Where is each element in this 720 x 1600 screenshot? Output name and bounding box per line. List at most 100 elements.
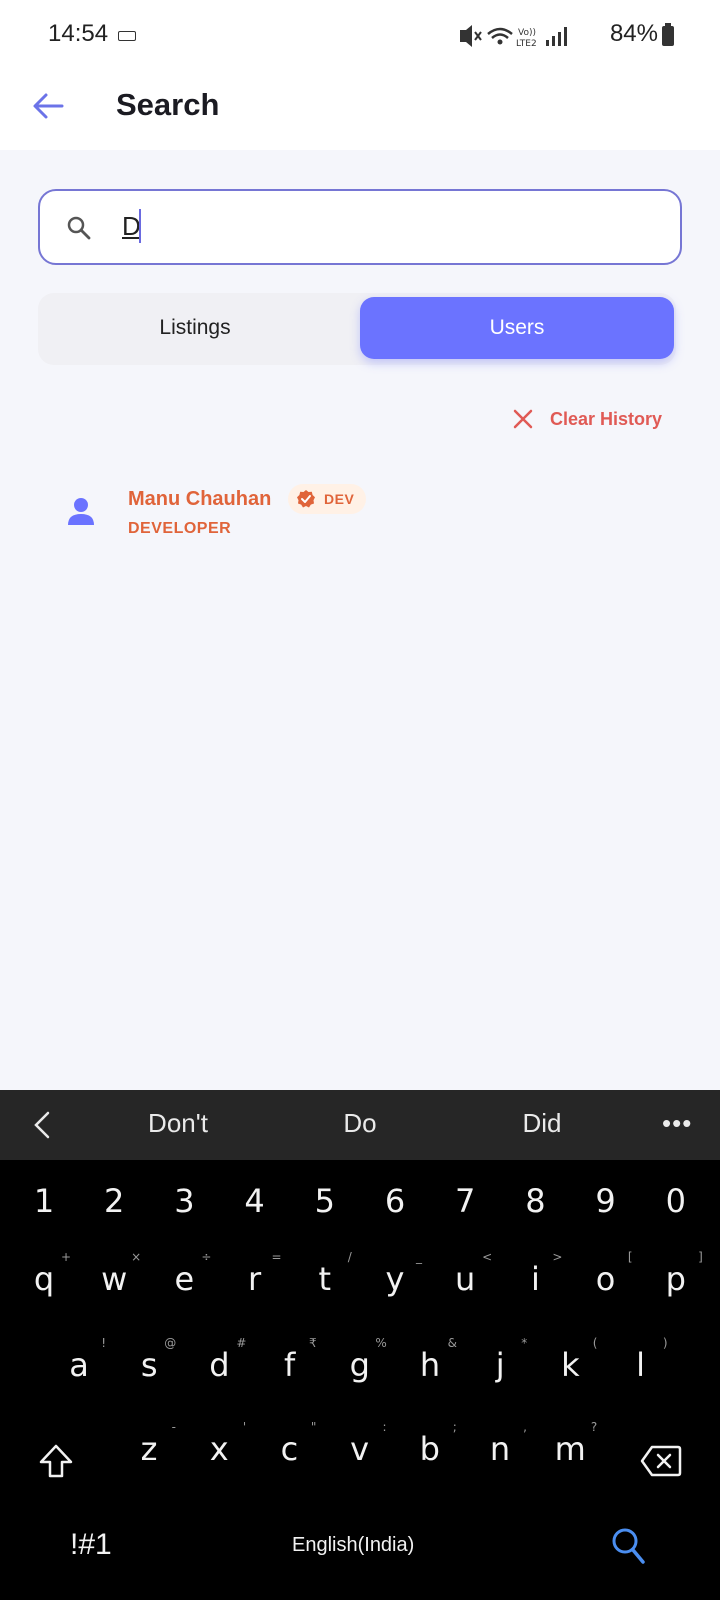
key-1[interactable]: 1 <box>9 1182 79 1220</box>
key-label: 8 <box>525 1182 546 1220</box>
key-x[interactable]: x ' <box>184 1420 254 1468</box>
suggestion-item[interactable]: Do <box>280 1108 440 1139</box>
key-u[interactable]: u < <box>430 1250 500 1298</box>
key-label: w <box>101 1260 128 1298</box>
shift-key-icon[interactable] <box>38 1443 74 1479</box>
key-label: 7 <box>455 1182 476 1220</box>
key-label: x <box>209 1430 229 1468</box>
key-label: b <box>419 1430 440 1468</box>
clear-history-label: Clear History <box>550 408 663 429</box>
key-s[interactable]: s @ <box>114 1336 184 1384</box>
key-label: 1 <box>33 1182 55 1220</box>
key-hint: / <box>347 1250 352 1264</box>
key-n[interactable]: n, <box>465 1420 535 1468</box>
key-f[interactable]: f ₹ <box>255 1336 325 1384</box>
key-w[interactable]: w × <box>79 1250 149 1298</box>
suggestion-item[interactable]: Did <box>462 1108 622 1139</box>
key-r[interactable]: r = <box>220 1250 290 1298</box>
key-hint: > <box>552 1250 563 1264</box>
key-hint: × <box>131 1250 142 1264</box>
spacebar-key[interactable]: English(India) <box>292 1534 414 1557</box>
key-2[interactable]: 2 <box>79 1182 149 1220</box>
key-0[interactable]: 0 <box>641 1182 711 1220</box>
key-5[interactable]: 5 <box>290 1182 360 1220</box>
key-hint: , <box>523 1420 527 1434</box>
key-hint: ! <box>101 1336 106 1350</box>
key-hint: @ <box>164 1336 177 1350</box>
key-v[interactable]: v: <box>325 1420 395 1468</box>
key-c[interactable]: c " <box>254 1420 324 1468</box>
text-cursor <box>139 209 141 243</box>
key-label: e <box>174 1260 195 1298</box>
key-e[interactable]: e ÷ <box>149 1250 219 1298</box>
key-m[interactable]: m? <box>535 1420 605 1468</box>
user-result-item[interactable]: Manu Chauhan DEV DEVELOPER <box>62 480 662 550</box>
badge-label: DEV <box>324 491 355 507</box>
chevron-left-icon[interactable] <box>30 1110 54 1140</box>
key-label: o <box>595 1260 616 1298</box>
key-label: c <box>280 1430 299 1468</box>
key-9[interactable]: 9 <box>571 1182 641 1220</box>
tab-users[interactable]: Users <box>360 297 674 359</box>
back-arrow-icon[interactable] <box>28 86 68 126</box>
key-hint: - <box>171 1420 176 1434</box>
keyboard-search-icon[interactable] <box>610 1526 646 1566</box>
key-label: 3 <box>174 1182 195 1220</box>
key-a[interactable]: a! <box>44 1336 114 1384</box>
close-icon <box>513 409 533 429</box>
key-8[interactable]: 8 <box>500 1182 570 1220</box>
key-q[interactable]: q + <box>9 1250 79 1298</box>
symbols-key[interactable]: !#1 <box>70 1528 112 1562</box>
key-label: l <box>636 1346 646 1384</box>
key-label: 9 <box>595 1182 616 1220</box>
key-7[interactable]: 7 <box>430 1182 500 1220</box>
battery-icon <box>662 23 674 46</box>
key-label: v <box>350 1430 370 1468</box>
key-hint: " <box>310 1420 317 1434</box>
tab-listings[interactable]: Listings <box>38 297 352 359</box>
key-label: d <box>209 1346 230 1384</box>
key-hint: = <box>271 1250 282 1264</box>
key-hint: : <box>382 1420 387 1434</box>
key-hint: ÷ <box>201 1250 212 1264</box>
key-6[interactable]: 6 <box>360 1182 430 1220</box>
key-hint: & <box>447 1336 457 1350</box>
key-b[interactable]: b; <box>395 1420 465 1468</box>
key-z[interactable]: z- <box>114 1420 184 1468</box>
more-options-icon[interactable]: ••• <box>662 1108 692 1139</box>
key-d[interactable]: d # <box>184 1336 254 1384</box>
status-bar: 14:54 Vo)) LTE2 84% <box>0 0 720 70</box>
key-k[interactable]: k( <box>535 1336 605 1384</box>
key-l[interactable]: l) <box>606 1336 676 1384</box>
key-hint: # <box>236 1336 247 1350</box>
key-label: t <box>318 1260 332 1298</box>
search-icon <box>67 216 91 240</box>
key-g[interactable]: g% <box>325 1336 395 1384</box>
key-hint: % <box>375 1336 387 1350</box>
keyboard-suggestion-bar: Don't Do Did ••• <box>0 1090 720 1160</box>
key-label: j <box>495 1346 505 1384</box>
key-4[interactable]: 4 <box>220 1182 290 1220</box>
key-label: k <box>561 1346 580 1384</box>
key-o[interactable]: o[ <box>571 1250 641 1298</box>
clear-history-button[interactable]: Clear History <box>512 404 662 434</box>
search-input[interactable]: D <box>38 189 682 265</box>
signal-icons: Vo)) LTE2 <box>460 25 567 48</box>
key-hint: + <box>60 1250 71 1264</box>
key-hint: ; <box>452 1420 457 1434</box>
key-p[interactable]: p] <box>641 1250 711 1298</box>
key-label: 2 <box>104 1182 125 1220</box>
key-i[interactable]: i > <box>500 1250 570 1298</box>
key-label: y <box>385 1260 405 1298</box>
key-h[interactable]: h & <box>395 1336 465 1384</box>
app-header: Search <box>0 70 720 150</box>
key-3[interactable]: 3 <box>149 1182 219 1220</box>
key-label: r <box>248 1260 262 1298</box>
key-y[interactable]: y _ <box>360 1250 430 1298</box>
key-t[interactable]: t / <box>290 1250 360 1298</box>
backspace-key-icon[interactable] <box>640 1445 682 1477</box>
suggestion-item[interactable]: Don't <box>98 1108 258 1139</box>
key-label: a <box>69 1346 89 1384</box>
key-j[interactable]: j * <box>465 1336 535 1384</box>
user-avatar-icon <box>68 498 94 525</box>
